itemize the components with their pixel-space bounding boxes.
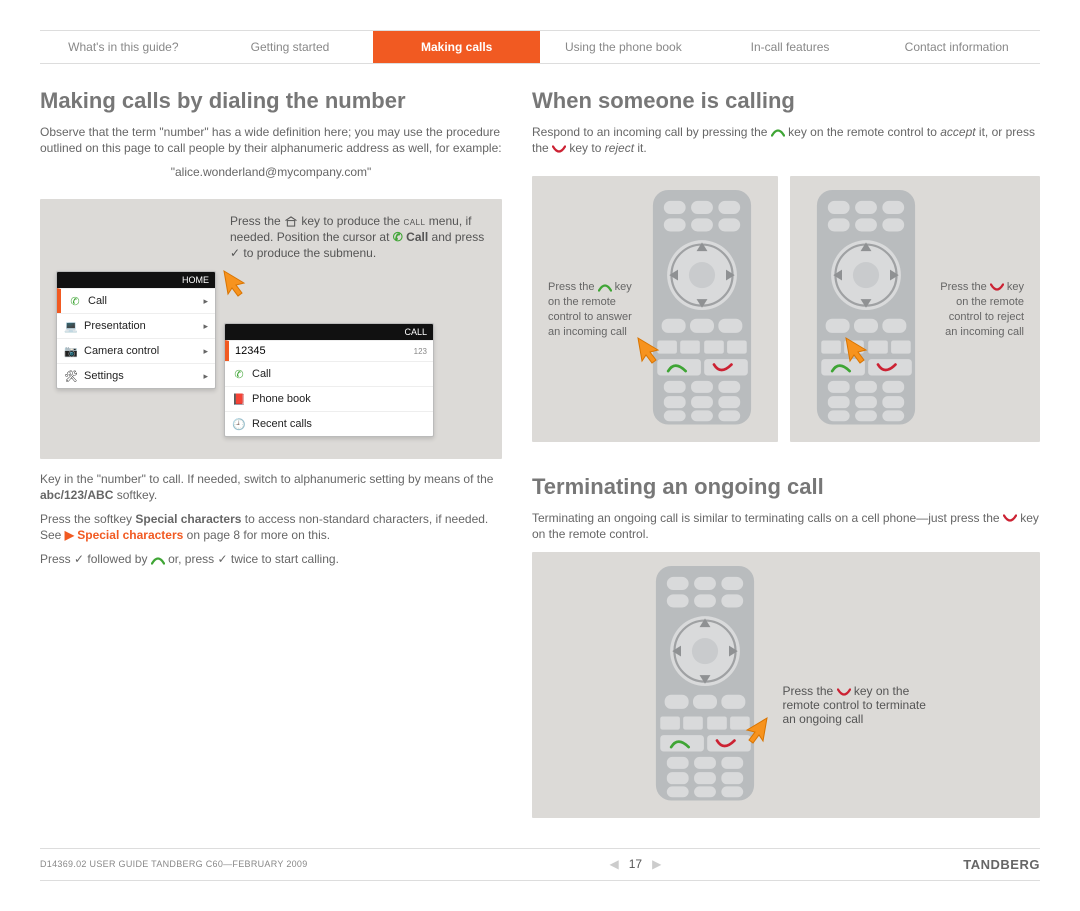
call-icon: ✆ (393, 230, 406, 244)
tools-icon: 🛠 (64, 369, 78, 383)
phone-red-icon (1003, 513, 1017, 524)
phone-red-icon (837, 687, 851, 698)
heading-dialing: Making calls by dialing the number (40, 88, 502, 114)
number-input[interactable] (235, 345, 408, 357)
reject-panel: Press the key on the remote control to r… (790, 176, 1040, 442)
remote-illustration (642, 190, 762, 425)
cursor-arrow-terminate (741, 716, 769, 744)
terminate-caption: Press the key on the remote control to t… (783, 684, 928, 726)
answer-caption: Press the key on the remote control to a… (548, 280, 636, 339)
pager: ◀ 17 ▶ (610, 857, 662, 871)
phone-green-icon (598, 282, 612, 293)
special-chars-link[interactable]: Special characters (77, 528, 183, 542)
remote-illustration (645, 566, 765, 801)
example-address: "alice.wonderland@mycompany.com" (40, 164, 502, 180)
tab-contact[interactable]: Contact information (873, 31, 1040, 63)
input-mode-indicator: 123 (414, 347, 427, 356)
doc-id: D14369.02 USER GUIDE TANDBERG C60—FEBRUA… (40, 859, 308, 869)
home-icon (284, 216, 298, 227)
phone-green-icon: ✆ (232, 367, 246, 381)
tab-guide[interactable]: What's in this guide? (40, 31, 207, 63)
right-column: When someone is calling Respond to an in… (532, 88, 1040, 830)
laptop-icon: 💻 (64, 319, 78, 333)
remote-illustration (806, 190, 926, 425)
below-p3: Press ✓ followed by or, press ✓ twice to… (40, 551, 502, 567)
home-menu-title: HOME (57, 272, 215, 288)
phone-red-icon (552, 144, 566, 155)
call-submenu-title: CALL (225, 324, 433, 340)
intro-text: Observe that the term "number" has a wid… (40, 124, 502, 156)
submenu-item-phonebook[interactable]: 📕Phone book (225, 386, 433, 411)
menu-item-camera[interactable]: 📷Camera control▸ (57, 338, 215, 363)
nav-tabs: What's in this guide? Getting started Ma… (40, 30, 1040, 64)
next-page-icon[interactable]: ▶ (652, 857, 661, 871)
menu-item-call[interactable]: ✆Call▸ (57, 288, 215, 313)
panel-caption: Press the key to produce the call menu, … (230, 213, 486, 262)
dial-illustration-panel: Press the key to produce the call menu, … (40, 199, 502, 459)
menu-item-settings[interactable]: 🛠Settings▸ (57, 363, 215, 388)
incoming-intro: Respond to an incoming call by pressing … (532, 124, 1040, 156)
camera-icon: 📷 (64, 344, 78, 358)
page-footer: D14369.02 USER GUIDE TANDBERG C60—FEBRUA… (40, 848, 1040, 881)
book-icon: 📕 (232, 392, 246, 406)
phone-green-icon (771, 127, 785, 138)
cursor-arrow-answer (636, 336, 664, 364)
terminate-panel: Press the key on the remote control to t… (532, 552, 1040, 818)
menu-item-presentation[interactable]: 💻Presentation▸ (57, 313, 215, 338)
heading-terminate: Terminating an ongoing call (532, 474, 1040, 500)
submenu-item-call[interactable]: ✆Call (225, 361, 433, 386)
phone-green-icon: ✆ (68, 294, 82, 308)
reject-caption: Press the key on the remote control to r… (936, 280, 1024, 339)
left-column: Making calls by dialing the number Obser… (40, 88, 502, 830)
tab-getting-started[interactable]: Getting started (207, 31, 374, 63)
prev-page-icon[interactable]: ◀ (610, 857, 619, 871)
answer-panel: Press the key on the remote control to a… (532, 176, 778, 442)
tab-phone-book[interactable]: Using the phone book (540, 31, 707, 63)
page-number: 17 (629, 857, 642, 871)
tab-making-calls[interactable]: Making calls (373, 31, 540, 63)
terminate-intro: Terminating an ongoing call is similar t… (532, 510, 1040, 542)
brand-logo: TANDBERG (963, 857, 1040, 872)
submenu-item-recent[interactable]: 🕘Recent calls (225, 411, 433, 436)
cursor-arrow-reject (844, 336, 872, 364)
below-p2: Press the softkey Special characters to … (40, 511, 502, 543)
call-submenu: CALL 123 ✆Call 📕Phone book 🕘Recent calls (224, 323, 434, 437)
phone-green-icon (151, 555, 165, 566)
cursor-arrow-1 (222, 269, 250, 297)
below-p1: Key in the "number" to call. If needed, … (40, 471, 502, 503)
clock-icon: 🕘 (232, 417, 246, 431)
home-menu: HOME ✆Call▸ 💻Presentation▸ 📷Camera contr… (56, 271, 216, 389)
tab-in-call[interactable]: In-call features (707, 31, 874, 63)
heading-incoming: When someone is calling (532, 88, 1040, 114)
number-input-row[interactable]: 123 (225, 340, 433, 361)
phone-red-icon (990, 282, 1004, 293)
